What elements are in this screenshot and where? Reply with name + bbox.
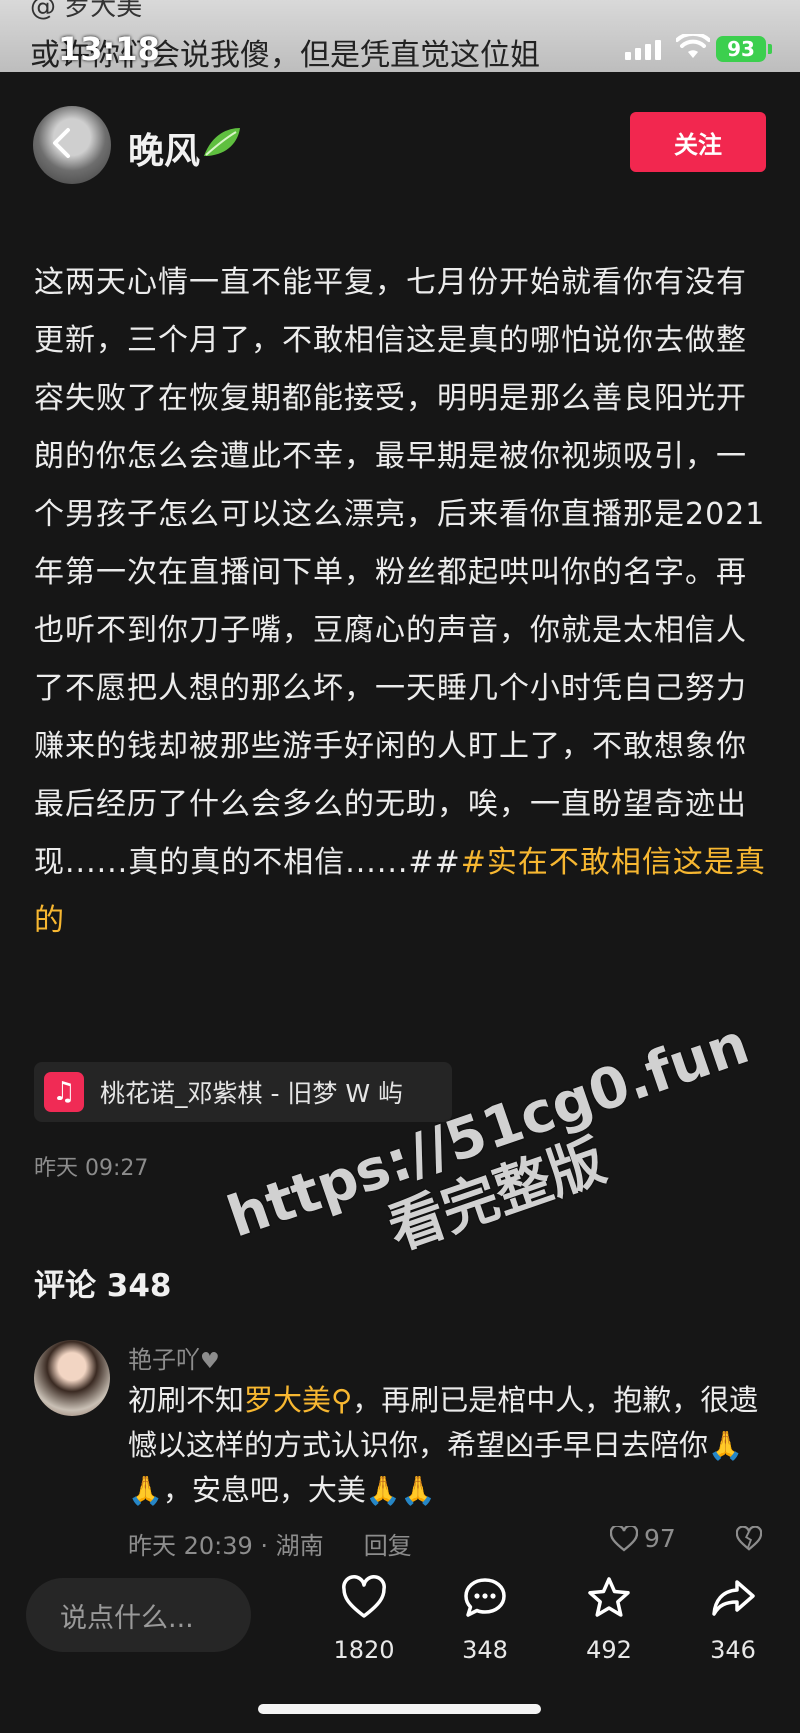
- status-time: 13:18: [58, 30, 160, 68]
- comment-text: 初刷不知罗大美⚲，再刷已是棺中人，抱歉，很遗憾以这样的方式认识你，希望凶手早日去…: [128, 1378, 768, 1513]
- comments-title: 评论 348: [34, 1268, 172, 1304]
- post-date: 昨天 09:27: [34, 1156, 149, 1181]
- signal-icon: [625, 40, 661, 60]
- ghost-top-text: @ 罗大美: [30, 0, 143, 22]
- comment-time-location: 昨天 20:39 · 湖南: [128, 1532, 324, 1560]
- back-chevron-icon[interactable]: [46, 126, 80, 160]
- comment-count: 348: [462, 1636, 508, 1664]
- comment-username-text: 艳子吖: [128, 1346, 200, 1374]
- heart-icon: [342, 1575, 386, 1618]
- battery-level: 93: [727, 37, 755, 61]
- follow-button[interactable]: 关注: [630, 112, 766, 172]
- mention-link[interactable]: 罗大美: [244, 1383, 331, 1417]
- leaf-icon: [204, 128, 240, 156]
- like-button[interactable]: 1820: [319, 1574, 409, 1664]
- like-count: 1820: [333, 1636, 395, 1664]
- pray-emoji-icon-2: 🙏🙏: [365, 1474, 436, 1507]
- battery-nub: [768, 44, 772, 54]
- star-icon: [588, 1577, 630, 1617]
- music-label: 桃花诺_邓紫棋 - 旧梦 W 屿: [100, 1079, 404, 1108]
- share-arrow-icon: [712, 1580, 755, 1616]
- comment-username[interactable]: 艳子吖♥: [128, 1340, 220, 1375]
- comment-input[interactable]: 说点什么...: [26, 1578, 251, 1652]
- broken-heart-icon[interactable]: [736, 1526, 762, 1552]
- share-button[interactable]: 346: [688, 1574, 778, 1664]
- comment-like-button[interactable]: 97: [610, 1524, 676, 1553]
- heart-outline-icon: [610, 1525, 638, 1552]
- wifi-icon: [676, 34, 710, 58]
- post-text: 这两天心情一直不能平复，七月份开始就看你有没有更新，三个月了，不敢相信这是真的哪…: [34, 254, 768, 950]
- home-indicator[interactable]: [258, 1704, 541, 1714]
- music-chip[interactable]: ♫ 桃花诺_邓紫棋 - 旧梦 W 屿: [34, 1062, 452, 1122]
- comment-meta: 昨天 20:39 · 湖南 回复: [128, 1526, 412, 1561]
- post-header: 晚风 关注: [0, 104, 800, 184]
- favorite-button[interactable]: 492: [564, 1574, 654, 1664]
- search-icon: ⚲: [331, 1383, 353, 1417]
- status-bar: @ 罗大美 或许你们会说我傻，但是凭直觉这位姐 13:18 93: [0, 0, 800, 72]
- comment-bubble-icon: [464, 1578, 506, 1617]
- battery-icon: 93: [716, 36, 766, 62]
- music-note-icon: ♫: [44, 1072, 84, 1112]
- favorite-count: 492: [586, 1636, 632, 1664]
- share-count: 346: [710, 1636, 756, 1664]
- watermark-url: https://51cg0.fun: [219, 1011, 757, 1251]
- reply-button[interactable]: 回复: [364, 1526, 412, 1561]
- comment-text-c: ，安息吧，大美: [162, 1473, 366, 1507]
- comment-avatar[interactable]: [34, 1340, 110, 1416]
- comment-text-a: 初刷不知: [128, 1383, 245, 1417]
- comment-like-count: 97: [644, 1524, 676, 1553]
- comment-button[interactable]: 348: [440, 1574, 530, 1664]
- author-name[interactable]: 晚风: [128, 122, 200, 174]
- heart-badge-icon: ♥: [200, 1349, 220, 1374]
- post-body-text: 这两天心情一直不能平复，七月份开始就看你有没有更新，三个月了，不敢相信这是真的哪…: [34, 265, 766, 880]
